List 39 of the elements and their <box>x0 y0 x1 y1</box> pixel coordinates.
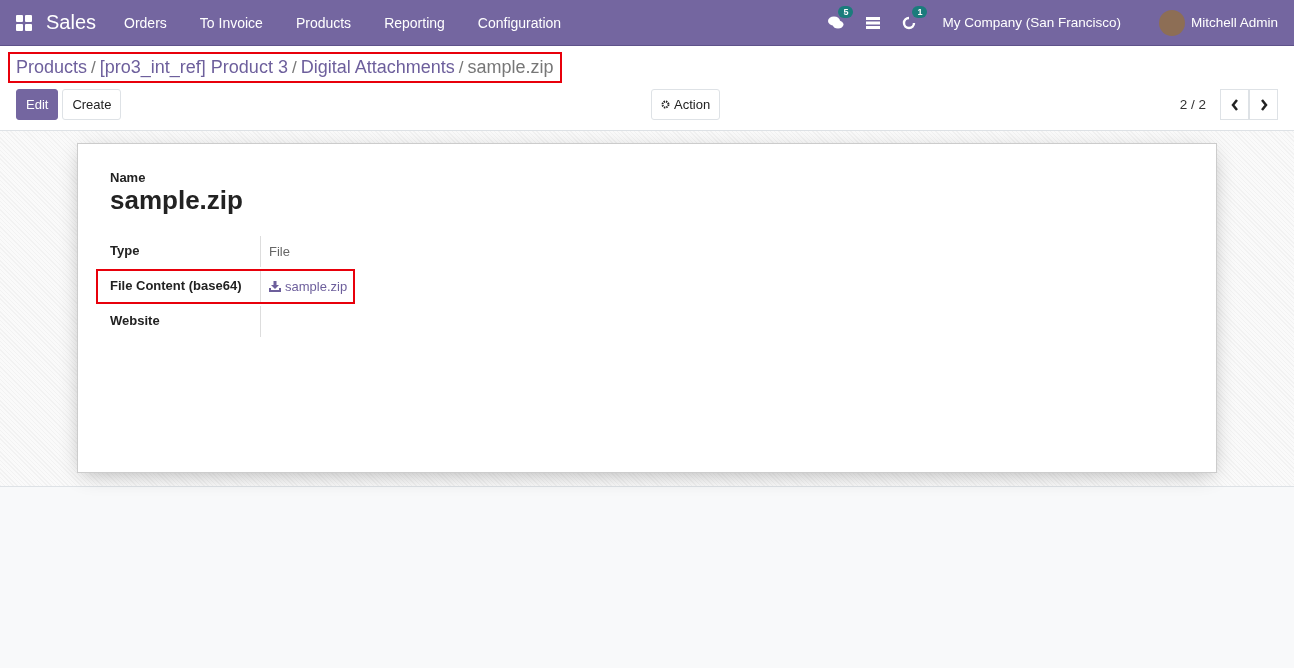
message-count-badge: 5 <box>838 5 854 18</box>
menu-item[interactable]: Reporting <box>384 14 445 31</box>
field-label: File Content (base64) <box>110 277 243 295</box>
menu-item[interactable]: To Invoice <box>199 14 263 31</box>
pager-counter: 2 / 2 <box>1179 97 1206 112</box>
chevron-left-icon <box>1230 98 1239 111</box>
app-title: Sales <box>46 11 97 34</box>
create-button[interactable]: Create <box>62 89 122 120</box>
menu-item[interactable]: Configuration <box>477 14 562 31</box>
action-button[interactable]: Action <box>651 89 721 120</box>
next-button[interactable] <box>1249 89 1278 120</box>
chevron-right-icon <box>1259 98 1268 111</box>
edit-button[interactable]: Edit <box>16 89 59 120</box>
activity-count-badge: 1 <box>912 5 928 18</box>
breadcrumb-link[interactable]: [pro3_int_ref] Product 3 <box>99 57 288 78</box>
apps-menu-icon[interactable] <box>16 14 32 31</box>
field-label: Website <box>110 312 161 330</box>
clock-icon[interactable] <box>902 15 917 30</box>
breadcrumb-separator: / <box>91 57 96 78</box>
download-icon <box>269 281 281 292</box>
chat-icon[interactable] <box>828 15 845 30</box>
breadcrumb-separator: / <box>291 57 297 78</box>
menu-item[interactable]: Orders <box>124 14 167 31</box>
menu-item[interactable]: Products <box>295 14 352 31</box>
breadcrumb-separator: / <box>458 57 464 78</box>
download-link[interactable]: sample.zip <box>269 279 348 294</box>
record-title: sample.zip <box>110 185 244 216</box>
breadcrumb-link[interactable]: Digital Attachments <box>300 57 455 78</box>
current-record-name: sample.zip <box>467 57 554 78</box>
gear-icon <box>661 100 670 109</box>
user-menu[interactable]: Mitchell Admin <box>1190 15 1278 30</box>
user-avatar <box>1158 9 1185 36</box>
server-icon[interactable] <box>866 16 881 29</box>
previous-button[interactable] <box>1220 89 1249 120</box>
company-switcher[interactable]: My Company (San Francisco) <box>942 15 1121 30</box>
field-label: Type <box>110 242 141 260</box>
field-value: File <box>269 244 290 259</box>
field-label: Name <box>110 170 147 185</box>
breadcrumb-link[interactable]: Products <box>16 57 88 78</box>
